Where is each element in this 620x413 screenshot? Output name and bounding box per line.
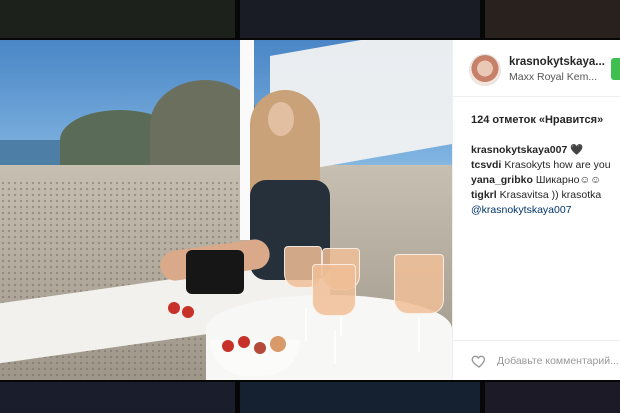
post-side-panel: krasnokytskaya... Maxx Royal Kem... 124 … — [452, 40, 620, 380]
photo-strawberry — [168, 302, 180, 314]
likes-count[interactable]: 124 отметок «Нравится» — [471, 114, 603, 126]
comment-item: tigkrl Krasavitsa )) krasotka — [471, 188, 620, 203]
add-comment-row — [453, 340, 620, 381]
photo-strawberry — [254, 342, 266, 354]
photo-strawberry — [222, 340, 234, 352]
comment-text: Krasavitsa )) krasotka — [499, 189, 602, 201]
comment-author[interactable]: tigkrl — [471, 189, 497, 201]
photo-strawberry — [238, 336, 250, 348]
photo-handbag — [186, 250, 244, 294]
avatar[interactable] — [469, 54, 501, 86]
comments-list: krasnokytskaya007 🖤 tcsvdi Krasokyts how a… — [471, 143, 620, 218]
comment-item: krasnokytskaya007 🖤 — [471, 143, 620, 158]
photo-strawberry — [182, 306, 194, 318]
photo-person-face — [268, 102, 294, 136]
glass-stem — [305, 308, 307, 342]
glass-stem — [418, 318, 420, 352]
comment-item: yana_gribko Шикарно☺☺ — [471, 173, 620, 188]
photo-glass — [394, 254, 444, 314]
add-comment-input[interactable] — [497, 351, 620, 371]
post-location[interactable]: Maxx Royal Kem... — [509, 71, 597, 83]
post-username[interactable]: krasnokytskaya... — [509, 56, 605, 68]
comment-item: tcsvdi Krasokyts how are you — [471, 158, 620, 173]
comment-text: Krasokyts how are you — [504, 159, 611, 171]
photo-strawberry — [270, 336, 286, 352]
follow-button[interactable] — [611, 58, 620, 80]
heart-icon[interactable] — [471, 353, 487, 369]
comment-author[interactable]: krasnokytskaya007 — [471, 144, 567, 156]
comment-author[interactable]: yana_gribko — [471, 174, 533, 186]
post-modal: krasnokytskaya... Maxx Royal Kem... 124 … — [0, 40, 620, 380]
photo-glass — [312, 264, 356, 316]
post-header: krasnokytskaya... Maxx Royal Kem... — [453, 40, 620, 97]
glass-stem — [334, 330, 336, 364]
post-photo[interactable] — [0, 40, 452, 380]
comment-mention-link[interactable]: @krasnokytskaya007 — [471, 204, 572, 216]
comment-text: Шикарно☺☺ — [535, 174, 601, 186]
comment-author[interactable]: tcsvdi — [471, 159, 501, 171]
comment-item: @krasnokytskaya007 — [471, 203, 620, 218]
comment-text: 🖤 — [570, 144, 584, 156]
